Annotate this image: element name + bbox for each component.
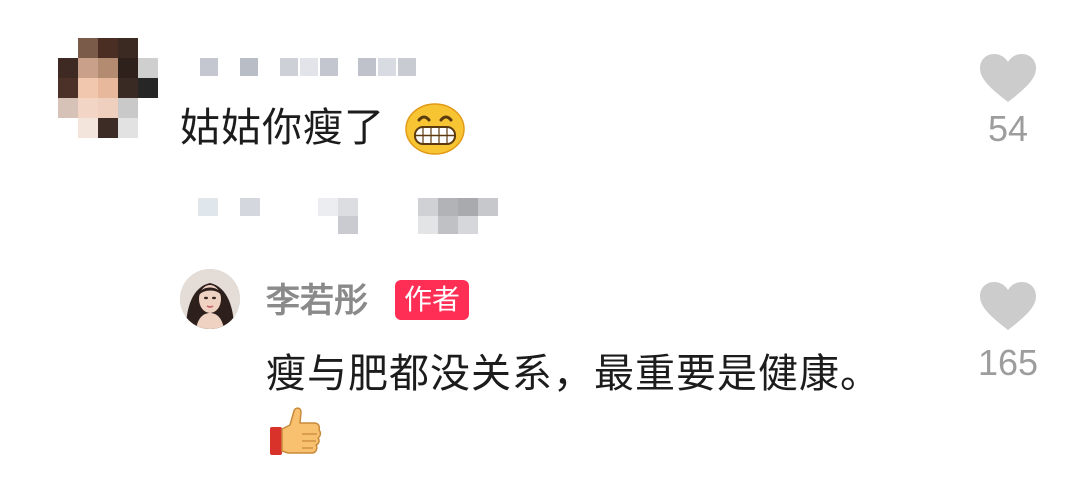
author-avatar-image	[180, 269, 240, 329]
blur-block	[240, 198, 260, 216]
blur-block	[458, 216, 478, 234]
author-name[interactable]: 李若彤	[266, 280, 368, 322]
reply-text: 瘦与肥都没关系，最重要是健康。	[266, 351, 881, 397]
blur-block	[200, 58, 218, 76]
blur-block	[378, 58, 396, 76]
author-avatar[interactable]	[180, 269, 240, 329]
blur-block	[438, 216, 458, 234]
blur-block	[478, 198, 498, 216]
comment-text: 姑姑你瘦了	[180, 105, 385, 151]
blur-block	[418, 216, 438, 234]
like-count: 165	[977, 342, 1039, 383]
grinning-face-icon	[405, 103, 465, 155]
heart-icon	[980, 54, 1036, 102]
heart-icon	[980, 282, 1036, 330]
blur-block	[358, 58, 376, 76]
blur-block	[458, 198, 478, 216]
blur-block	[320, 58, 338, 76]
blur-block	[398, 58, 416, 76]
blur-block	[198, 198, 218, 216]
blur-block	[438, 198, 458, 216]
commenter-avatar[interactable]	[58, 38, 160, 138]
blur-block	[338, 216, 358, 234]
like-button[interactable]: 165	[968, 282, 1048, 382]
blur-block	[338, 198, 358, 216]
blur-block	[318, 198, 338, 216]
blur-block	[300, 58, 318, 76]
author-badge: 作者	[395, 280, 470, 320]
like-count: 54	[987, 108, 1029, 149]
thumbs-up-icon	[270, 407, 322, 455]
blur-block	[418, 198, 438, 216]
like-button[interactable]: 54	[968, 54, 1048, 148]
blur-block	[240, 58, 258, 76]
blur-block	[280, 58, 298, 76]
